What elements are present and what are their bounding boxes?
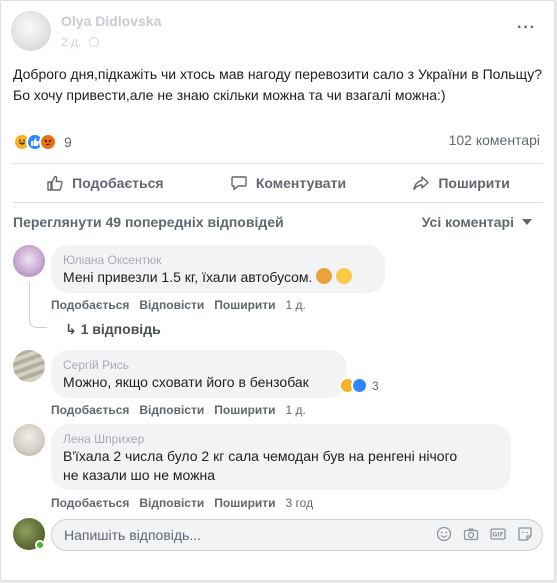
comment-bubble: Лена Шприхер В'їхала 2 числа було 2 кг с… — [51, 424, 511, 490]
globe-icon — [88, 37, 99, 47]
comment-text: Мені привезли 1.5 кг, їхали автобусом. — [63, 268, 373, 287]
thumbs-up-icon — [47, 175, 63, 191]
post-header: Olya Didlovska 2 д. ··· — [11, 11, 546, 55]
reply-box: GIF — [13, 518, 543, 552]
camera-icon[interactable] — [463, 526, 479, 542]
speech-bubble-icon — [231, 176, 247, 191]
like-label: Подобається — [72, 175, 164, 191]
comment-bubble: Сергій Рись Можно, якщо сховати його в б… — [51, 350, 347, 398]
author-avatar[interactable] — [11, 11, 51, 51]
more-options-button[interactable]: ··· — [517, 19, 536, 37]
comment-actions: Подобається Відповісти Поширити 1 д. — [51, 403, 306, 417]
smiley-icon[interactable] — [436, 526, 452, 542]
comment-reply-link[interactable]: Відповісти — [139, 496, 204, 510]
comments-filter-dropdown[interactable]: Усі коментарі — [422, 214, 532, 230]
commenter-name[interactable]: Сергій Рись — [63, 357, 335, 373]
view-previous-replies-link[interactable]: Переглянути 49 попередніх відповідей — [13, 214, 284, 230]
commenter-avatar[interactable] — [13, 350, 45, 382]
reactions-summary[interactable]: 9 — [13, 132, 72, 152]
online-status-icon — [35, 540, 45, 550]
comment-like-link[interactable]: Подобається — [51, 403, 129, 417]
svg-text:GIF: GIF — [492, 532, 503, 539]
post-time[interactable]: 2 д. — [61, 35, 81, 49]
post-text: Доброго дня,підкажіть чи хтось мав нагод… — [13, 66, 543, 103]
comments-count[interactable]: 102 коментарі — [449, 132, 540, 148]
monkey-emoji-icon — [316, 268, 333, 284]
comment-time[interactable]: 1 д. — [286, 403, 306, 417]
commenter-avatar[interactable] — [13, 245, 45, 277]
divider — [13, 202, 543, 203]
like-button[interactable]: Подобається — [34, 168, 175, 198]
comment-text-line: не казали шо не можна — [63, 467, 216, 483]
divider — [13, 163, 543, 164]
author-name[interactable]: Olya Didlovska — [61, 13, 161, 29]
comment-label: Коментувати — [255, 175, 347, 191]
comment-actions: Подобається Відповісти Поширити 1 д. — [51, 298, 306, 312]
share-arrow-icon — [413, 176, 430, 191]
comments-filter-label: Усі коментарі — [421, 214, 514, 230]
comment-reply-link[interactable]: Відповісти — [139, 403, 204, 417]
comment-share-link[interactable]: Поширити — [214, 298, 275, 312]
post-card: Olya Didlovska 2 д. ··· Доброго дня,підк… — [0, 0, 555, 581]
comment-actions: Подобається Відповісти Поширити 3 год — [51, 496, 313, 510]
astonished-emoji-icon — [336, 268, 353, 284]
comment-button[interactable]: Коментувати — [218, 168, 358, 198]
view-replies-link[interactable]: ↳ 1 відповідь — [65, 321, 161, 338]
comment-text-content: Мені привезли 1.5 кг, їхали автобусом. — [63, 269, 313, 285]
share-label: Поширити — [438, 175, 510, 191]
comment-reply-link[interactable]: Відповісти — [139, 298, 204, 312]
reaction-count: 9 — [64, 134, 72, 150]
comment-text-line: В'їхала 2 числа було 2 кг сала чемодан б… — [63, 448, 458, 464]
comment-share-link[interactable]: Поширити — [214, 496, 275, 510]
share-button[interactable]: Поширити — [400, 168, 522, 198]
commenter-name[interactable]: Юліана Оксентюк — [63, 252, 373, 268]
replies-count-label: 1 відповідь — [80, 321, 161, 337]
post-actions: Подобається Коментувати Поширити — [13, 166, 543, 200]
caret-down-icon — [522, 219, 532, 225]
gif-icon[interactable]: GIF — [490, 526, 506, 542]
comment-share-link[interactable]: Поширити — [214, 403, 275, 417]
comment-like-link[interactable]: Подобається — [51, 496, 129, 510]
comment-time[interactable]: 1 д. — [286, 298, 306, 312]
commenter-name[interactable]: Лена Шприхер — [63, 431, 499, 447]
comment-text: Можно, якщо сховати його в бензобак — [63, 374, 309, 390]
thread-line — [29, 282, 47, 328]
commenter-avatar[interactable] — [13, 424, 45, 456]
reply-arrow-icon: ↳ — [65, 321, 81, 337]
comment-reaction-count: 3 — [372, 378, 379, 393]
angry-reaction-icon — [39, 133, 57, 151]
comment-like-link[interactable]: Подобається — [51, 298, 129, 312]
sticker-icon[interactable] — [517, 526, 533, 542]
comment-time[interactable]: 3 год — [286, 496, 314, 510]
comment-bubble: Юліана Оксентюк Мені привезли 1.5 кг, їх… — [51, 245, 385, 293]
comment-reactions[interactable]: 3 — [339, 377, 379, 394]
like-reaction-icon — [351, 377, 368, 394]
post-meta: 2 д. — [61, 35, 99, 49]
reply-tools: GIF — [436, 526, 533, 542]
